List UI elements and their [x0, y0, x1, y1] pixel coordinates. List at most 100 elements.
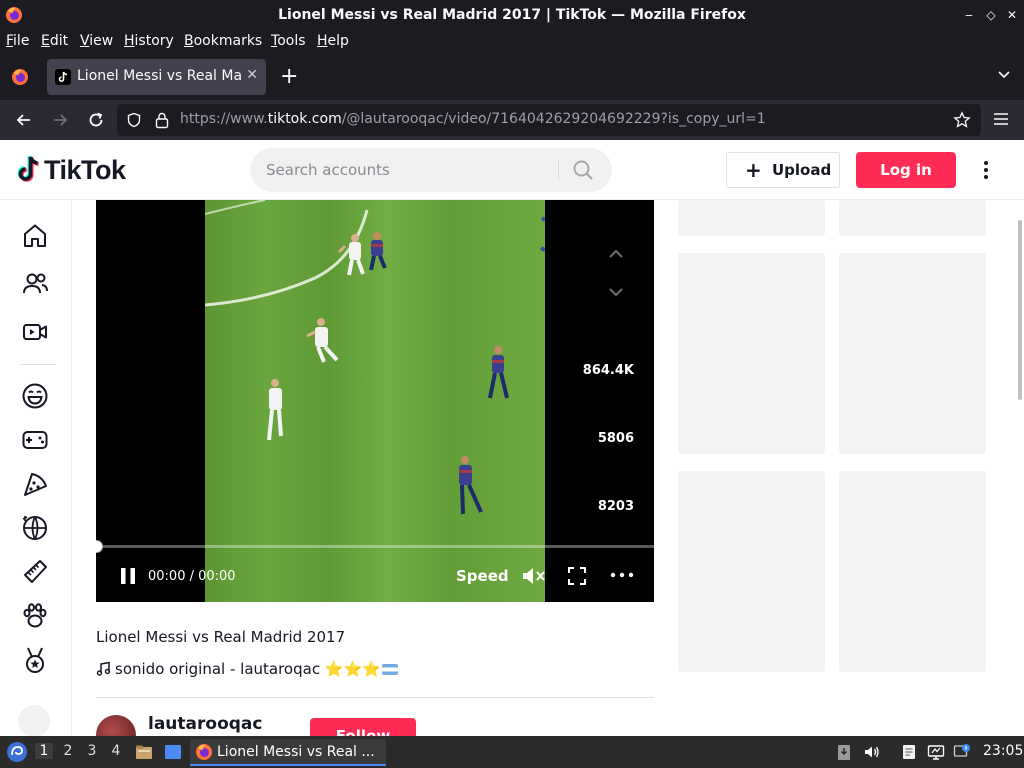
taskbar: 1 2 3 4 Lionel Messi vs Real ... 23:05: [0, 736, 1024, 768]
file-manager-icon[interactable]: [135, 743, 153, 761]
player-figure: [459, 456, 483, 515]
new-tab-button[interactable]: +: [280, 64, 298, 89]
workspace-2[interactable]: 2: [59, 743, 77, 759]
player-figure: [369, 232, 387, 271]
plus-icon: +: [745, 158, 762, 182]
tab-bar: Lionel Messi vs Real Madrid 2017 | TikTo…: [0, 54, 1024, 100]
more-options-icon[interactable]: [610, 570, 634, 580]
music-note-icon: [96, 661, 111, 676]
back-icon[interactable]: [14, 110, 34, 130]
search-divider: [558, 160, 559, 180]
video-frame: [205, 200, 545, 602]
video-thumbnail-placeholder: [839, 200, 986, 236]
lock-icon[interactable]: [154, 111, 170, 129]
sidebar-divider: [20, 364, 56, 365]
animals-icon[interactable]: [20, 601, 50, 631]
dance-icon[interactable]: [20, 513, 50, 543]
player-figure: [488, 346, 509, 399]
progress-handle[interactable]: [96, 540, 103, 553]
progress-bar[interactable]: [96, 540, 654, 553]
window-title: Lionel Messi vs Real Madrid 2017 | TikTo…: [278, 7, 746, 23]
search-icon[interactable]: [572, 159, 594, 181]
menu-file[interactable]: File: [6, 33, 29, 49]
maximize-button[interactable]: ◇: [982, 6, 1000, 24]
forward-icon[interactable]: [50, 110, 70, 130]
url-bar[interactable]: https://www.tiktok.com/@lautarooqac/vide…: [117, 104, 981, 136]
author-username[interactable]: lautarooqac: [148, 714, 262, 734]
left-sidebar: [0, 200, 72, 737]
tab-title: Lionel Messi vs Real Madrid 2017 | TikTo…: [77, 68, 242, 84]
beauty-icon[interactable]: [20, 557, 50, 587]
updates-tray-icon[interactable]: [953, 743, 971, 761]
workspace-1[interactable]: 1: [35, 743, 53, 759]
menu-tools[interactable]: Tools: [271, 33, 306, 49]
clock: 23:05: [983, 743, 1024, 759]
login-button[interactable]: Log in: [856, 152, 956, 188]
clipboard-tray-icon[interactable]: [835, 743, 853, 761]
video-description: Lionel Messi vs Real Madrid 2017: [96, 628, 346, 646]
menu-bar: File Edit View History Bookmarks Tools H…: [0, 30, 1024, 54]
video-thumbnail-placeholder: [678, 200, 825, 236]
tracking-protection-icon[interactable]: [126, 112, 142, 128]
start-menu-icon[interactable]: [6, 741, 28, 763]
profile-placeholder: [18, 705, 50, 737]
search-input[interactable]: [266, 158, 546, 182]
upload-label: Upload: [772, 161, 832, 179]
home-icon[interactable]: [20, 221, 50, 251]
tab-tiktok[interactable]: Lionel Messi vs Real Madrid 2017 | TikTo…: [47, 59, 266, 95]
tiktok-wordmark: TikTok: [44, 155, 126, 185]
gaming-icon[interactable]: [20, 425, 50, 455]
desktop-icon[interactable]: [164, 743, 182, 761]
minimize-button[interactable]: ‒: [960, 6, 978, 24]
argentina-flag-icon: [381, 664, 398, 675]
window-titlebar: Lionel Messi vs Real Madrid 2017 | TikTo…: [0, 0, 1024, 30]
speed-button[interactable]: Speed: [456, 567, 509, 585]
mute-icon[interactable]: [521, 565, 547, 587]
taskbar-firefox-window[interactable]: Lionel Messi vs Real ...: [190, 739, 386, 766]
player-figure: [337, 234, 365, 276]
comedy-icon[interactable]: [20, 381, 50, 411]
sports-icon[interactable]: [20, 645, 50, 675]
player-figure: [306, 318, 339, 363]
page-scrollbar[interactable]: [1018, 220, 1022, 400]
music-stars: ⭐⭐⭐: [324, 660, 381, 678]
previous-video-icon[interactable]: [601, 246, 631, 262]
menu-edit[interactable]: Edit: [41, 33, 68, 49]
video-player[interactable]: 864.4K 5806 8203 00:00 / 00:00 Speed: [96, 200, 654, 602]
live-icon[interactable]: [20, 317, 50, 347]
tiktok-header: TikTok + Upload Log in: [0, 140, 1024, 200]
close-window-button[interactable]: ✕: [1003, 6, 1021, 24]
video-thumbnail-placeholder: [839, 471, 986, 672]
comment-count: 5806: [597, 431, 634, 446]
settings-dots-icon[interactable]: [976, 160, 996, 180]
app-menu-icon[interactable]: [993, 112, 1009, 126]
like-count: 864.4K: [582, 363, 634, 378]
bookmark-star-icon[interactable]: [953, 111, 971, 129]
following-icon[interactable]: [20, 269, 50, 299]
firefox-view-icon[interactable]: [11, 68, 29, 86]
tab-close-icon[interactable]: ✕: [246, 67, 258, 83]
music-title: sonido original - lautaroqac: [115, 660, 321, 678]
share-count: 8203: [597, 499, 634, 514]
notes-tray-icon[interactable]: [900, 743, 918, 761]
food-icon[interactable]: [20, 469, 50, 499]
menu-history[interactable]: History: [124, 33, 174, 49]
list-all-tabs-icon[interactable]: [996, 66, 1012, 82]
upload-button[interactable]: + Upload: [726, 152, 840, 188]
workspace-4[interactable]: 4: [107, 743, 125, 759]
player-figure: [267, 379, 283, 441]
reload-icon[interactable]: [86, 110, 106, 130]
menu-help[interactable]: Help: [317, 33, 349, 49]
menu-bookmarks[interactable]: Bookmarks: [184, 33, 262, 49]
video-thumbnail-placeholder: [678, 253, 825, 454]
fullscreen-icon[interactable]: [567, 566, 587, 586]
workspace-3[interactable]: 3: [83, 743, 101, 759]
music-link[interactable]: sonido original - lautaroqac ⭐⭐⭐: [96, 660, 398, 678]
volume-icon[interactable]: [863, 743, 881, 761]
menu-view[interactable]: View: [80, 33, 113, 49]
next-video-icon[interactable]: [601, 284, 631, 300]
search-box: [250, 148, 612, 192]
network-icon[interactable]: [927, 743, 945, 761]
pause-icon[interactable]: [118, 566, 138, 586]
url-text[interactable]: https://www.tiktok.com/@lautarooqac/vide…: [180, 111, 766, 127]
